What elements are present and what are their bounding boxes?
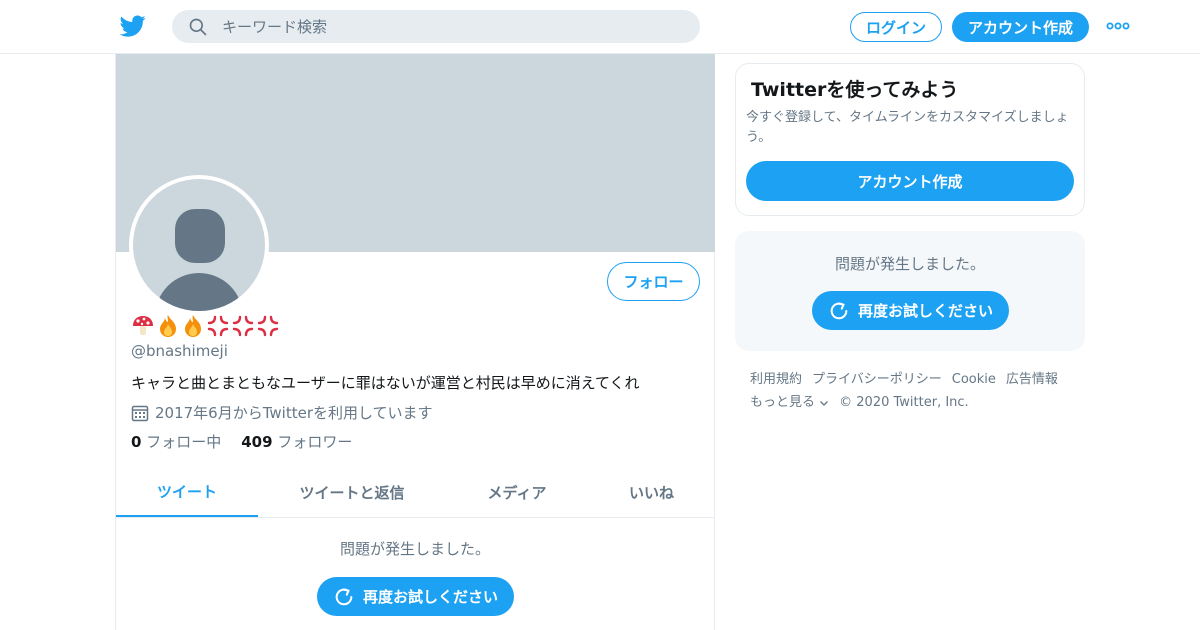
profile-bio: キャラと曲とまともなユーザーに罪はないが運営と村民は早めに消えてくれ xyxy=(131,374,640,392)
following-label: フォロー中 xyxy=(146,433,222,451)
twitter-bird-logo-icon[interactable] xyxy=(120,13,146,39)
follow-stats: 0 フォロー中 409 フォロワー xyxy=(131,431,352,452)
mushroom-emoji-icon xyxy=(133,316,153,335)
anger-emoji-icon xyxy=(257,315,279,337)
default-avatar-icon xyxy=(133,179,265,311)
sidebar-footer: 利用規約 プライバシーポリシー Cookie 広告情報 もっと見る © 2020… xyxy=(750,368,1080,414)
fire-emoji-icon xyxy=(160,315,176,337)
login-button[interactable]: ログイン xyxy=(850,12,942,42)
refresh-icon xyxy=(335,588,353,605)
following-stat[interactable]: 0 フォロー中 xyxy=(131,431,221,452)
more-options-icon[interactable] xyxy=(1106,20,1130,32)
timeline-error-text: 問題が発生しました。 xyxy=(340,540,491,558)
top-navigation-bar: ログイン アカウント作成 xyxy=(0,0,1200,54)
sidebar-retry-button[interactable]: 再度お試しください xyxy=(812,291,1009,330)
follow-button[interactable]: フォロー xyxy=(607,262,700,301)
calendar-icon xyxy=(131,405,149,421)
following-count: 0 xyxy=(131,433,142,451)
followers-label: フォロワー xyxy=(277,433,353,451)
anger-emoji-icon xyxy=(232,315,254,337)
profile-column: フォロー @bnashimeji キャラと曲とまともなユーザーに罪はないが運営と… xyxy=(115,54,715,630)
search-icon xyxy=(189,18,207,36)
signup-promo-card: Twitterを使ってみよう 今すぐ登録して、タイムラインをカスタマイズしましょ… xyxy=(735,63,1085,216)
footer-copyright: © 2020 Twitter, Inc. xyxy=(839,395,969,410)
signup-card-description: 今すぐ登録して、タイムラインをカスタマイズしましょう。 xyxy=(746,110,1069,145)
signup-card-title: Twitterを使ってみよう xyxy=(751,79,959,101)
footer-more-label: もっと見る xyxy=(750,395,816,410)
fire-emoji-icon xyxy=(185,315,201,337)
joined-date: 2017年6月からTwitterを利用しています xyxy=(131,402,433,423)
footer-link-cookie[interactable]: Cookie xyxy=(952,368,996,391)
timeline-retry-button[interactable]: 再度お試しください xyxy=(317,577,514,616)
sidebar-retry-label: 再度お試しください xyxy=(857,302,993,320)
followers-count: 409 xyxy=(241,433,273,451)
signup-button[interactable]: アカウント作成 xyxy=(952,12,1089,42)
footer-link-privacy[interactable]: プライバシーポリシー xyxy=(812,368,942,391)
footer-link-ads-info[interactable]: 広告情報 xyxy=(1006,368,1058,391)
footer-link-terms[interactable]: 利用規約 xyxy=(750,368,802,391)
anger-emoji-icon xyxy=(207,315,229,337)
footer-more-button[interactable]: もっと見る xyxy=(750,391,829,414)
avatar[interactable] xyxy=(129,175,269,315)
tab-tweets-and-replies[interactable]: ツイートと返信 xyxy=(258,468,446,517)
sidebar-error-card: 問題が発生しました。 再度お試しください xyxy=(735,231,1085,351)
search-box[interactable] xyxy=(172,10,700,43)
joined-date-text: 2017年6月からTwitterを利用しています xyxy=(155,404,433,422)
profile-display-name xyxy=(131,314,280,338)
tab-likes[interactable]: いいね xyxy=(588,468,715,517)
signup-card-button[interactable]: アカウント作成 xyxy=(746,161,1074,201)
timeline-retry-label: 再度お試しください xyxy=(362,588,498,606)
chevron-down-icon xyxy=(820,400,829,406)
sidebar-error-text: 問題が発生しました。 xyxy=(835,255,986,273)
profile-handle: @bnashimeji xyxy=(131,342,228,360)
followers-stat[interactable]: 409 フォロワー xyxy=(241,431,352,452)
search-input[interactable] xyxy=(222,10,682,43)
tab-tweets[interactable]: ツイート xyxy=(116,468,258,517)
tab-media[interactable]: メディア xyxy=(446,468,588,517)
refresh-icon xyxy=(830,302,848,319)
profile-tabs: ツイート ツイートと返信 メディア いいね xyxy=(116,468,715,518)
